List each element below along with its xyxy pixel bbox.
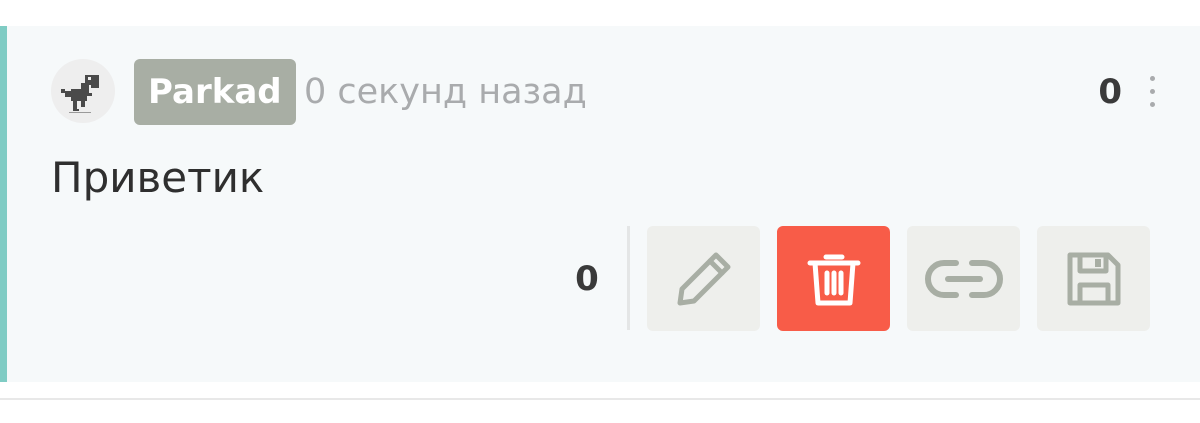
vote-count: 0	[575, 259, 599, 299]
pencil-icon	[677, 252, 730, 305]
dino-icon	[61, 75, 99, 113]
trash-icon	[807, 254, 860, 305]
author-badge[interactable]: Parkad	[134, 59, 296, 125]
separator-line	[0, 398, 1200, 400]
floppy-disk-icon	[1067, 252, 1120, 305]
comment-timestamp[interactable]: 0 секунд назад	[304, 59, 587, 125]
comment-score: 0	[1098, 72, 1122, 112]
save-button[interactable]	[1037, 226, 1150, 331]
copy-link-button[interactable]	[907, 226, 1020, 331]
comment-card: Parkad 0 секунд назад 0 Приветик 0	[0, 26, 1200, 382]
avatar[interactable]	[51, 59, 115, 123]
more-vertical-icon[interactable]	[1137, 74, 1167, 110]
link-icon	[924, 259, 1003, 298]
edit-button[interactable]	[647, 226, 760, 331]
delete-button[interactable]	[777, 226, 890, 331]
divider	[627, 226, 630, 330]
comment-text: Приветик	[51, 153, 265, 202]
